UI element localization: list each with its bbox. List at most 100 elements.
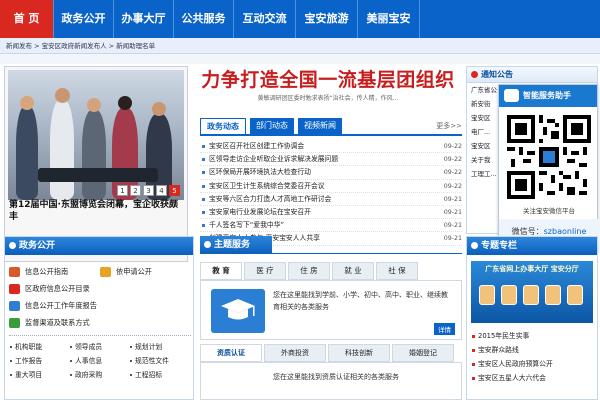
news-title[interactable]: 宝安家电行业发展论坛在宝安召开 [209, 206, 311, 218]
wechat-id: szbaonline [543, 227, 587, 236]
theme-content-secondary: 您在这里能找到资质认证相关的各类服务 [200, 362, 462, 400]
news-title[interactable]: 宝安区卫生计生系统综合党委召开会议 [209, 180, 325, 192]
qr-title: 智能服务助手 [523, 91, 571, 100]
photo-news[interactable]: 1 2 3 4 5 第12届中国·东盟博览会闭幕，宝企收获颇丰 [4, 66, 188, 262]
avatar [479, 285, 495, 305]
list-item[interactable]: 宝安家电行业发展论坛在宝安召开 09-21 [200, 206, 462, 220]
news-title[interactable]: 宝安等六区合力打造人才高地工作研讨会 [209, 193, 331, 205]
open-gov-panel: 政务公开 信息公开指南 依申请公开 区政府信息公开目录 信息公开工作年度报告 监… [4, 236, 194, 400]
tab-medical[interactable]: 医 疗 [244, 262, 286, 280]
open-gov-category[interactable]: 政府采购 [69, 368, 129, 382]
news-photo[interactable]: 1 2 3 4 5 [8, 70, 184, 200]
tab-video-news[interactable]: 视频新闻 [298, 118, 342, 134]
special-item[interactable]: 宝安区五星人大六代会 [471, 371, 595, 385]
headline-title[interactable]: 力争打造全国一流基层团组织 [194, 66, 462, 94]
nav-tourism[interactable]: 宝安旅游 [296, 0, 358, 38]
list-item[interactable]: 宝安区召开社区创建工作协调会 09-22 [200, 140, 462, 154]
news-title[interactable]: 千人签名写下“爱我中华” [209, 219, 284, 231]
open-gov-item[interactable]: 区政府信息公开目录 [9, 280, 191, 297]
open-gov-link[interactable]: 监督渠道及联系方式 [25, 318, 90, 328]
wechat-label: 微信号： [511, 227, 544, 236]
open-gov-item[interactable]: 依申请公开 [100, 263, 191, 280]
headline: 力争打造全国一流基层团组织 黄敏调研团区委时勉求表扬“治社会，传人精，作风... [194, 66, 462, 114]
slide-dot[interactable]: 3 [143, 185, 154, 196]
news-date: 09-22 [443, 182, 462, 190]
nav-gov-affairs[interactable]: 政务公开 [54, 0, 114, 38]
open-gov-category[interactable]: 工作报告 [9, 354, 69, 368]
news-title[interactable]: 区领导走访企业听取企业诉求解决发展问题 [209, 153, 338, 165]
open-gov-item[interactable]: 信息公开指南 [9, 263, 100, 280]
nav-interaction[interactable]: 互动交流 [234, 0, 296, 38]
news-list: 宝安区召开社区创建工作协调会 09-22 区领导走访企业听取企业诉求解决发展问题 0… [200, 140, 462, 246]
details-button[interactable]: 详情 [434, 323, 455, 335]
more-link[interactable]: 更多>> [436, 118, 462, 134]
theme-tabs: 教 育 医 疗 住 房 就 业 社 保 [200, 262, 462, 280]
divider [272, 253, 462, 254]
open-gov-category[interactable]: 工程招标 [129, 368, 189, 382]
tab-education[interactable]: 教 育 [200, 262, 242, 280]
list-item[interactable]: 宝安等六区合力打造人才高地工作研讨会 09-21 [200, 193, 462, 206]
breadcrumb[interactable]: 新闻发布 > 宝安区政府新闻发布人 > 新闻助理名单 [0, 38, 600, 54]
special-title: 专题专栏 [467, 237, 597, 255]
tab-social-security[interactable]: 社 保 [376, 262, 418, 280]
nav-service-hall[interactable]: 办事大厅 [114, 0, 174, 38]
open-gov-category[interactable]: 机构职能 [9, 340, 69, 354]
special-item[interactable]: 2015年民生实事 [471, 329, 595, 343]
slide-dot-active[interactable]: 5 [169, 185, 180, 196]
open-gov-link[interactable]: 信息公开工作年度报告 [25, 301, 97, 311]
open-gov-category[interactable]: 规划计划 [129, 340, 189, 354]
special-topics: 专题专栏 广东省网上办事大厅 宝安分厅 2015年民生实事 宝安群众路线 宝安区… [466, 236, 598, 400]
wechat-qr-popup[interactable]: 智能服务助手 关注宝安微信平台 微信号：szbaonline [498, 84, 599, 252]
list-item[interactable]: 区领导走访企业听取企业诉求解决发展问题 09-22 [200, 153, 462, 167]
avatar [501, 285, 517, 305]
divider-strip [0, 54, 600, 64]
open-gov-category[interactable]: 人事信息 [69, 354, 129, 368]
list-item[interactable]: 千人签名写下“爱我中华” 09-21 [200, 219, 462, 233]
display-table [38, 168, 158, 182]
chat-bubble-icon [504, 89, 519, 102]
open-gov-category[interactable]: 重大项目 [9, 368, 69, 382]
main-nav: 首 页 政务公开 办事大厅 公共服务 互动交流 宝安旅游 美丽宝安 [0, 0, 600, 38]
open-gov-link[interactable]: 依申请公开 [116, 267, 152, 277]
news-date: 09-22 [443, 169, 462, 177]
doc-icon [9, 266, 20, 277]
photo-caption[interactable]: 第12届中国·东盟博览会闭幕，宝企收获颇丰 [9, 199, 185, 223]
slide-dot[interactable]: 2 [130, 185, 141, 196]
headline-subtitle[interactable]: 黄敏调研团区委时勉求表扬“治社会，传人精，作风... [194, 94, 462, 104]
tab-dept-news[interactable]: 部门动态 [250, 118, 294, 134]
slide-dot[interactable]: 4 [156, 185, 167, 196]
news-date: 09-21 [443, 208, 462, 216]
news-title[interactable]: 区环保局开展环境执法大检查行动 [209, 166, 311, 178]
special-item[interactable]: 宝安群众路线 [471, 343, 595, 357]
nav-home[interactable]: 首 页 [0, 0, 54, 38]
tab-qualification[interactable]: 资质认证 [200, 344, 262, 362]
open-gov-item[interactable]: 信息公开工作年度报告 [9, 297, 191, 314]
nav-beautiful-baoan[interactable]: 美丽宝安 [358, 0, 420, 38]
theme-description: 您在这里能找到学前、小学、初中、高中、职业、继续教育相关的各类服务 [273, 291, 448, 311]
banner-title[interactable]: 广东省网上办事大厅 宝安分厅 [471, 264, 593, 274]
tab-housing[interactable]: 住 房 [288, 262, 330, 280]
tab-foreign-investment[interactable]: 外商投资 [264, 344, 326, 362]
list-item[interactable]: 宝安区卫生计生系统综合党委召开会议 09-22 [200, 180, 462, 193]
avatar [545, 285, 561, 305]
tab-marriage[interactable]: 婚姻登记 [392, 344, 454, 362]
tab-tech-innovation[interactable]: 科技创新 [328, 344, 390, 362]
person-head [87, 98, 101, 112]
tab-gov-news[interactable]: 政务动态 [200, 118, 246, 134]
qr-header[interactable]: 智能服务助手 [499, 85, 597, 107]
special-item[interactable]: 宝安区人民政府预算公开 [471, 357, 595, 371]
nav-public-service[interactable]: 公共服务 [174, 0, 234, 38]
open-gov-link[interactable]: 信息公开指南 [25, 267, 68, 277]
open-gov-category[interactable]: 领导成员 [69, 340, 129, 354]
news-date: 09-22 [443, 143, 462, 150]
open-gov-link[interactable]: 区政府信息公开目录 [25, 284, 90, 294]
slide-dot[interactable]: 1 [117, 185, 128, 196]
news-title[interactable]: 宝安区召开社区创建工作协调会 [209, 140, 304, 152]
tab-employment[interactable]: 就 业 [332, 262, 374, 280]
theme-tabs-secondary: 资质认证 外商投资 科技创新 婚姻登记 [200, 344, 462, 362]
slide-pager: 1 2 3 4 5 [117, 185, 180, 196]
online-hall-banner[interactable]: 广东省网上办事大厅 宝安分厅 [471, 261, 593, 323]
open-gov-category[interactable]: 规范性文件 [129, 354, 189, 368]
list-item[interactable]: 区环保局开展环境执法大检查行动 09-22 [200, 166, 462, 180]
open-gov-item[interactable]: 监督渠道及联系方式 [9, 314, 191, 331]
